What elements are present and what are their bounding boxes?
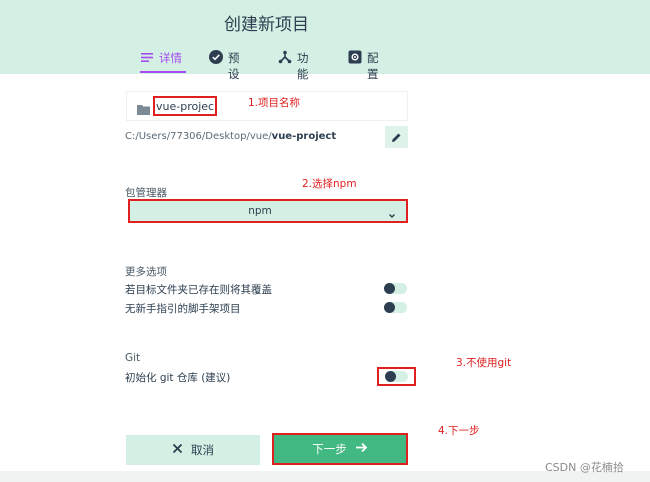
overwrite-toggle[interactable] — [384, 283, 407, 294]
pencil-icon — [391, 128, 402, 147]
watermark: CSDN @花楠拾 — [545, 461, 624, 474]
tab-label: 详情 — [159, 51, 182, 65]
annotation-project-name: 1.项目名称 — [248, 97, 301, 109]
close-icon — [172, 443, 183, 457]
option-overwrite-label: 若目标文件夹已存在则将其覆盖 — [125, 284, 272, 296]
path-prefix: C:/Users/77306/Desktop/vue/ — [125, 131, 272, 142]
fork-icon — [278, 50, 292, 64]
edit-path-button[interactable] — [385, 126, 408, 148]
header-bar: 创建新项目 详情 预设 功能 配置 — [0, 0, 650, 81]
annotation-next: 4.下一步 — [438, 425, 480, 437]
tab-features[interactable]: 功能 — [278, 46, 309, 81]
annotation-select-npm: 2.选择npm — [302, 178, 357, 190]
next-button[interactable]: 下一步 — [272, 433, 408, 465]
project-name-input[interactable] — [153, 96, 217, 116]
cancel-label: 取消 — [191, 443, 214, 457]
list-icon — [140, 50, 154, 64]
toggle-knob — [384, 302, 395, 313]
git-toggle[interactable] — [385, 371, 408, 382]
tab-label: 功能 — [297, 51, 309, 81]
toggle-knob — [385, 371, 396, 382]
annotation-no-git: 3.不使用git — [456, 357, 512, 369]
select-value: npm — [248, 205, 272, 217]
more-options-label: 更多选项 — [125, 266, 167, 278]
option-bare-label: 无新手指引的脚手架项目 — [125, 303, 241, 315]
project-path: C:/Users/77306/Desktop/vue/vue-project — [125, 131, 336, 142]
cancel-button[interactable]: 取消 — [126, 435, 260, 465]
tab-label: 预设 — [228, 51, 240, 81]
tab-config[interactable]: 配置 — [348, 46, 379, 81]
package-manager-select[interactable]: npm — [128, 199, 408, 223]
tab-presets[interactable]: 预设 — [209, 46, 240, 81]
check-circle-icon — [209, 50, 223, 64]
git-init-label: 初始化 git 仓库 (建议) — [125, 372, 231, 384]
page-title: 创建新项目 — [224, 15, 309, 35]
package-manager-label: 包管理器 — [125, 187, 167, 199]
tab-label: 配置 — [367, 51, 379, 81]
path-name: vue-project — [271, 131, 337, 142]
tab-details[interactable]: 详情 — [140, 46, 186, 74]
settings-box-icon — [348, 50, 362, 64]
git-label: Git — [125, 352, 141, 364]
chevron-down-icon — [387, 206, 397, 218]
bare-toggle[interactable] — [384, 302, 407, 313]
toggle-knob — [384, 283, 395, 294]
next-label: 下一步 — [312, 442, 347, 456]
folder-icon — [137, 100, 150, 115]
arrow-right-icon — [355, 442, 368, 456]
